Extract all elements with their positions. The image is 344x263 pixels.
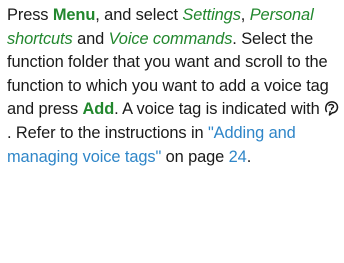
text-and: and [72, 29, 109, 48]
text-on-page: on page [161, 147, 229, 166]
text-refer: . Refer to the instructions in [7, 123, 208, 142]
menu-keyword: Menu [52, 6, 96, 24]
text-comma: , [240, 6, 250, 24]
text-press: Press [7, 6, 53, 24]
voice-tag-icon [325, 101, 339, 117]
text-and-select: , and select [95, 6, 183, 24]
voice-commands-term: Voice commands [108, 29, 233, 48]
text-voice-tag-indicated: . A voice tag is indicated with [114, 100, 325, 119]
page-number-link[interactable]: 24 [229, 148, 247, 166]
settings-menu-term: Settings [182, 6, 241, 24]
text-period: . [246, 147, 252, 166]
instruction-paragraph: Press Menu, and select Settings, Persona… [7, 4, 341, 169]
add-keyword: Add [82, 100, 115, 119]
